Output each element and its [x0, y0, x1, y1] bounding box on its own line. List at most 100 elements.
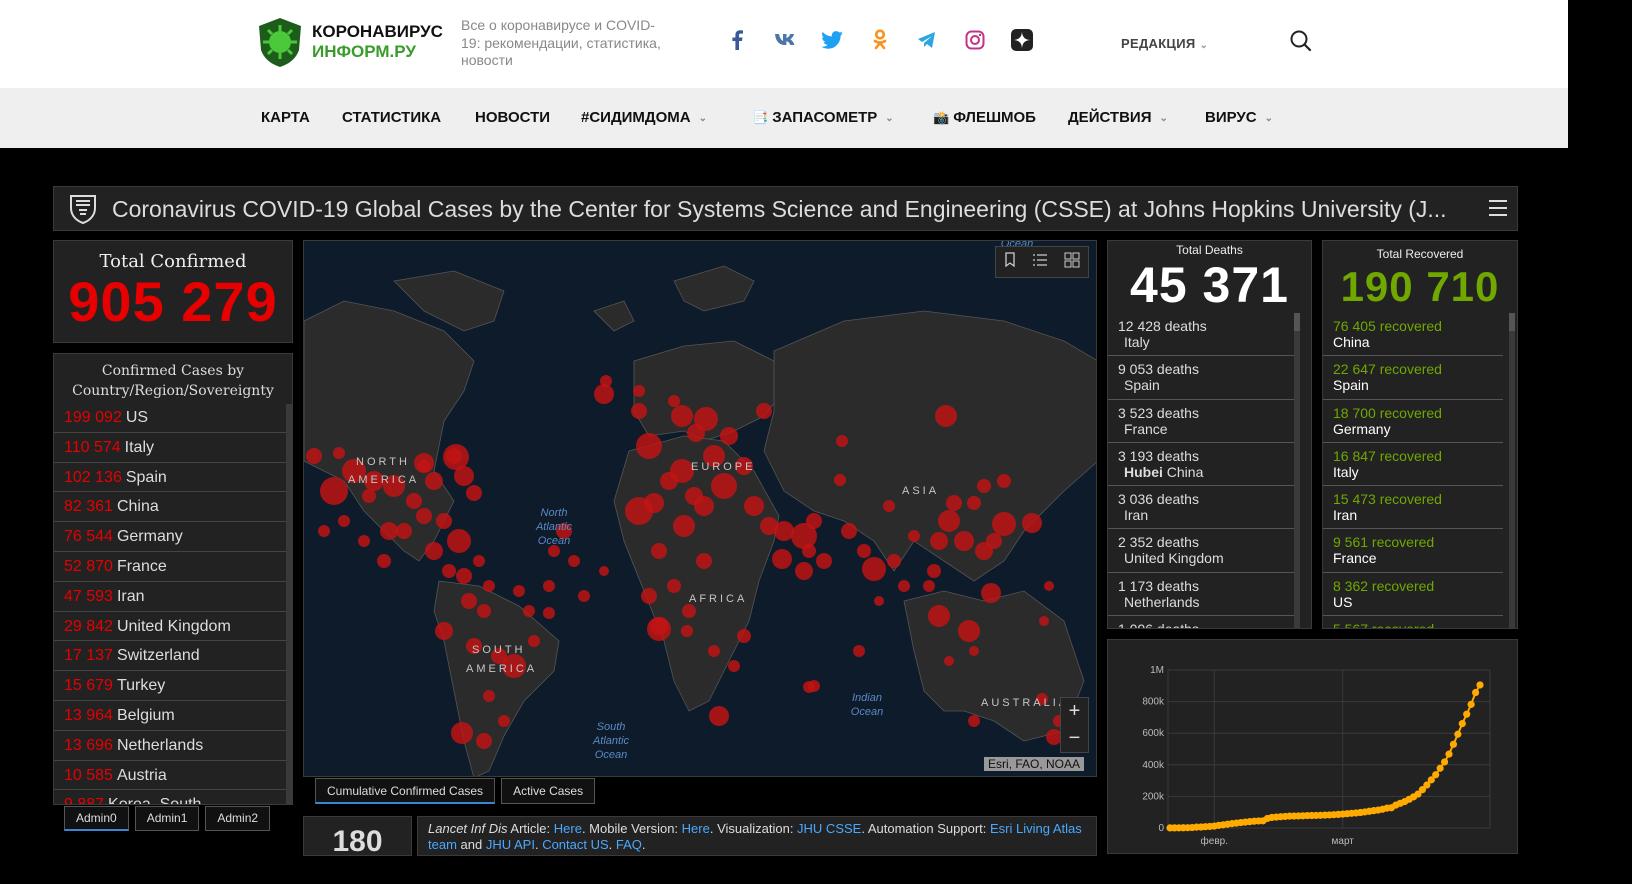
zoom-out-button[interactable]: − — [1061, 725, 1088, 752]
tab-active-cases[interactable]: Active Cases — [501, 778, 596, 804]
list-item[interactable]: 10 585 Austria — [54, 761, 286, 791]
admin-tabs: Admin0 Admin1 Admin2 — [64, 806, 276, 831]
site-logo-text[interactable]: КОРОНАВИРУС ИНФОРМ.РУ — [312, 22, 443, 62]
editor-menu[interactable]: РЕДАКЦИЯ ⌄ — [1121, 36, 1208, 51]
hamburger-menu-icon[interactable] — [1488, 199, 1508, 222]
death-count: 12 428 deaths — [1118, 318, 1286, 334]
info-text: and — [456, 837, 486, 852]
tab-admin0[interactable]: Admin0 — [64, 806, 129, 831]
instagram-icon[interactable] — [962, 27, 988, 53]
chart-plot-area — [1167, 669, 1491, 829]
list-item[interactable]: 76 544 Germany — [54, 522, 286, 552]
zoom-in-button[interactable]: + — [1061, 698, 1088, 725]
nav-item-statistics[interactable]: СТАТИСТИКА — [342, 109, 441, 126]
world-map[interactable]: NORTH AMERICA EUROPE ASIA AFRICA SOUTH A… — [303, 240, 1097, 777]
list-item[interactable]: 15 679 Turkey — [54, 671, 286, 701]
confirmed-count: 9 887 — [64, 796, 105, 805]
list-item[interactable]: 102 136 Spain — [54, 463, 286, 493]
list-item[interactable]: 3 193 deaths Hubei China — [1108, 443, 1296, 487]
chart-point[interactable] — [1436, 764, 1444, 772]
list-item[interactable]: 15 473 recovered Iran — [1323, 486, 1503, 530]
list-item[interactable]: 12 428 deaths Italy — [1108, 313, 1296, 357]
nav-item-news[interactable]: НОВОСТИ — [475, 109, 550, 126]
tab-admin2[interactable]: Admin2 — [205, 806, 271, 831]
list-item[interactable]: 9 561 recovered France — [1323, 529, 1503, 573]
list-item[interactable]: 9 887 Korea, South — [54, 790, 286, 805]
svg-text:South: South — [597, 721, 626, 733]
yandex-zen-icon[interactable] — [1009, 27, 1035, 53]
telegram-icon[interactable] — [914, 27, 940, 53]
country-name: France — [1333, 550, 1377, 567]
list-item[interactable]: 199 092 US — [54, 403, 286, 433]
list-item[interactable]: 76 405 recovered China — [1323, 313, 1503, 357]
scrollbar[interactable] — [1294, 313, 1300, 628]
virus-logo-icon[interactable] — [255, 16, 305, 68]
jhu-csse-link[interactable]: JHU CSSE — [797, 821, 861, 836]
list-item[interactable]: 3 523 deaths France — [1108, 400, 1296, 443]
vk-icon[interactable] — [772, 27, 798, 53]
nav-item-supply-meter[interactable]: 📑 ЗАПАСОМЕТР ⌄ — [752, 109, 894, 126]
legend-list-icon[interactable] — [1032, 253, 1048, 272]
contact-us-link[interactable]: Contact US — [542, 837, 608, 852]
chart-point[interactable] — [1454, 730, 1462, 738]
chart-point[interactable] — [1463, 710, 1471, 718]
list-item[interactable]: 3 036 deaths Iran — [1108, 486, 1296, 530]
site-header: КОРОНАВИРУС ИНФОРМ.РУ Все о коронавирусе… — [0, 0, 1568, 88]
location: Iran — [1118, 507, 1286, 523]
chart-point[interactable] — [1432, 771, 1440, 779]
scrollbar[interactable] — [1509, 313, 1515, 628]
bookmark-icon[interactable] — [1004, 251, 1016, 273]
recovered-count: 5 567 recovered — [1333, 621, 1493, 628]
list-item[interactable]: 52 870 France — [54, 552, 286, 582]
list-item[interactable]: 29 842 United Kingdom — [54, 612, 286, 642]
list-item[interactable]: 13 964 Belgium — [54, 701, 286, 731]
chart-point[interactable] — [1458, 720, 1466, 728]
nav-item-flashmob[interactable]: 📸 ФЛЕШМОБ — [933, 109, 1036, 126]
list-item[interactable]: 1 173 deaths Netherlands — [1108, 573, 1296, 617]
chart-point[interactable] — [1476, 681, 1484, 689]
list-item[interactable]: 47 593 Iran — [54, 582, 286, 612]
odnoklassniki-icon[interactable] — [867, 27, 893, 53]
list-item[interactable]: 13 696 Netherlands — [54, 731, 286, 761]
list-item[interactable]: 16 847 recovered Italy — [1323, 443, 1503, 487]
x-tick-label: февр. — [1201, 835, 1228, 847]
nav-item-virus[interactable]: ВИРУС ⌄ — [1205, 109, 1273, 126]
basemap-gallery-icon[interactable] — [1064, 252, 1080, 273]
map-label-africa: AFRICA — [689, 593, 747, 605]
chart-point[interactable] — [1471, 688, 1480, 697]
list-item[interactable]: 5 567 recovered — [1323, 616, 1503, 628]
list-item[interactable]: 18 700 recovered Germany — [1323, 400, 1503, 443]
chart-point[interactable] — [1467, 700, 1475, 708]
list-item[interactable]: 22 647 recovered Spain — [1323, 356, 1503, 400]
chart-point[interactable] — [1449, 740, 1458, 748]
list-item[interactable]: 1 096 deaths — [1108, 616, 1296, 628]
chart-point[interactable] — [1440, 758, 1449, 766]
count-unit: deaths — [1153, 534, 1199, 551]
faq-link[interactable]: FAQ — [616, 837, 642, 852]
jhu-api-link[interactable]: JHU API — [486, 837, 535, 852]
tab-cumulative-confirmed[interactable]: Cumulative Confirmed Cases — [315, 778, 496, 804]
list-item[interactable]: 17 137 Switzerland — [54, 641, 286, 672]
x-tick-label: март — [1332, 836, 1355, 847]
list-item[interactable]: 2 352 deaths United Kingdom — [1108, 529, 1296, 573]
nav-item-map[interactable]: КАРТА — [261, 109, 310, 126]
nav-item-stay-home[interactable]: #СИДИМДОМА ⌄ — [581, 109, 707, 126]
tab-admin1[interactable]: Admin1 — [134, 806, 200, 831]
scrollbar[interactable] — [286, 404, 292, 804]
facebook-icon[interactable] — [724, 27, 750, 53]
search-icon[interactable] — [1289, 29, 1313, 53]
chart-point[interactable] — [1445, 750, 1453, 758]
country-name: Korea, South — [108, 796, 202, 805]
confirmed-count: 110 574 — [64, 438, 121, 456]
mobile-version-link[interactable]: Here — [682, 821, 710, 836]
article-link[interactable]: Here — [554, 821, 582, 836]
chevron-down-icon: ⌄ — [1199, 40, 1209, 51]
nav-item-actions[interactable]: ДЕЙСТВИЯ ⌄ — [1068, 109, 1168, 126]
death-count: 1 173 deaths — [1118, 578, 1286, 594]
list-item[interactable]: 8 362 recovered US — [1323, 573, 1503, 617]
list-item[interactable]: 110 574 Italy — [54, 433, 286, 463]
twitter-icon[interactable] — [819, 27, 845, 53]
list-item[interactable]: 9 053 deaths Spain — [1108, 356, 1296, 400]
map-tabs: Cumulative Confirmed Cases Active Cases — [315, 778, 601, 804]
list-item[interactable]: 82 361 China — [54, 492, 286, 523]
